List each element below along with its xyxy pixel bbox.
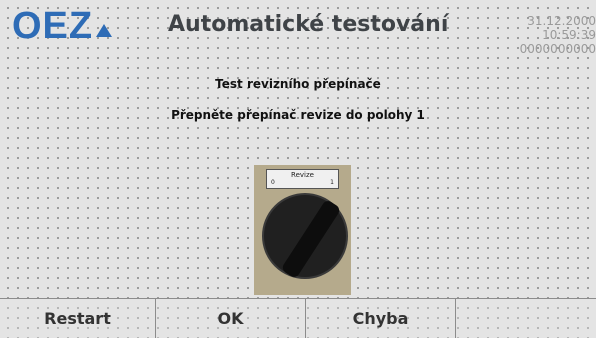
ok-button[interactable]: OK (156, 298, 306, 338)
restart-button[interactable]: Restart (0, 298, 156, 338)
button-bar: Restart OK Chyba (0, 298, 596, 338)
switch-handle (280, 198, 342, 280)
switch-plate-label: Revize (291, 171, 314, 179)
counter-display: 0000000000 (519, 42, 596, 56)
page-title: Automatické testování (168, 12, 449, 37)
date-display: 31.12.2000 (527, 14, 596, 28)
time-display: 10:59:39 (542, 28, 596, 42)
error-button[interactable]: Chyba (306, 298, 456, 338)
empty-button-slot (456, 298, 596, 338)
switch-knob (262, 193, 348, 280)
test-instruction: Přepněte přepínač revize do polohy 1 (171, 108, 425, 122)
switch-label-plate: Revize 0 1 (266, 169, 339, 189)
revision-switch-photo: Revize 0 1 (254, 165, 351, 295)
logo-triangle-icon (96, 23, 113, 37)
logo-text: OEZ (12, 4, 94, 47)
switch-position-1: 1 (330, 179, 334, 186)
switch-position-0: 0 (271, 179, 275, 186)
test-heading: Test revizního přepínače (215, 77, 381, 91)
oez-logo: OEZ (12, 5, 113, 47)
